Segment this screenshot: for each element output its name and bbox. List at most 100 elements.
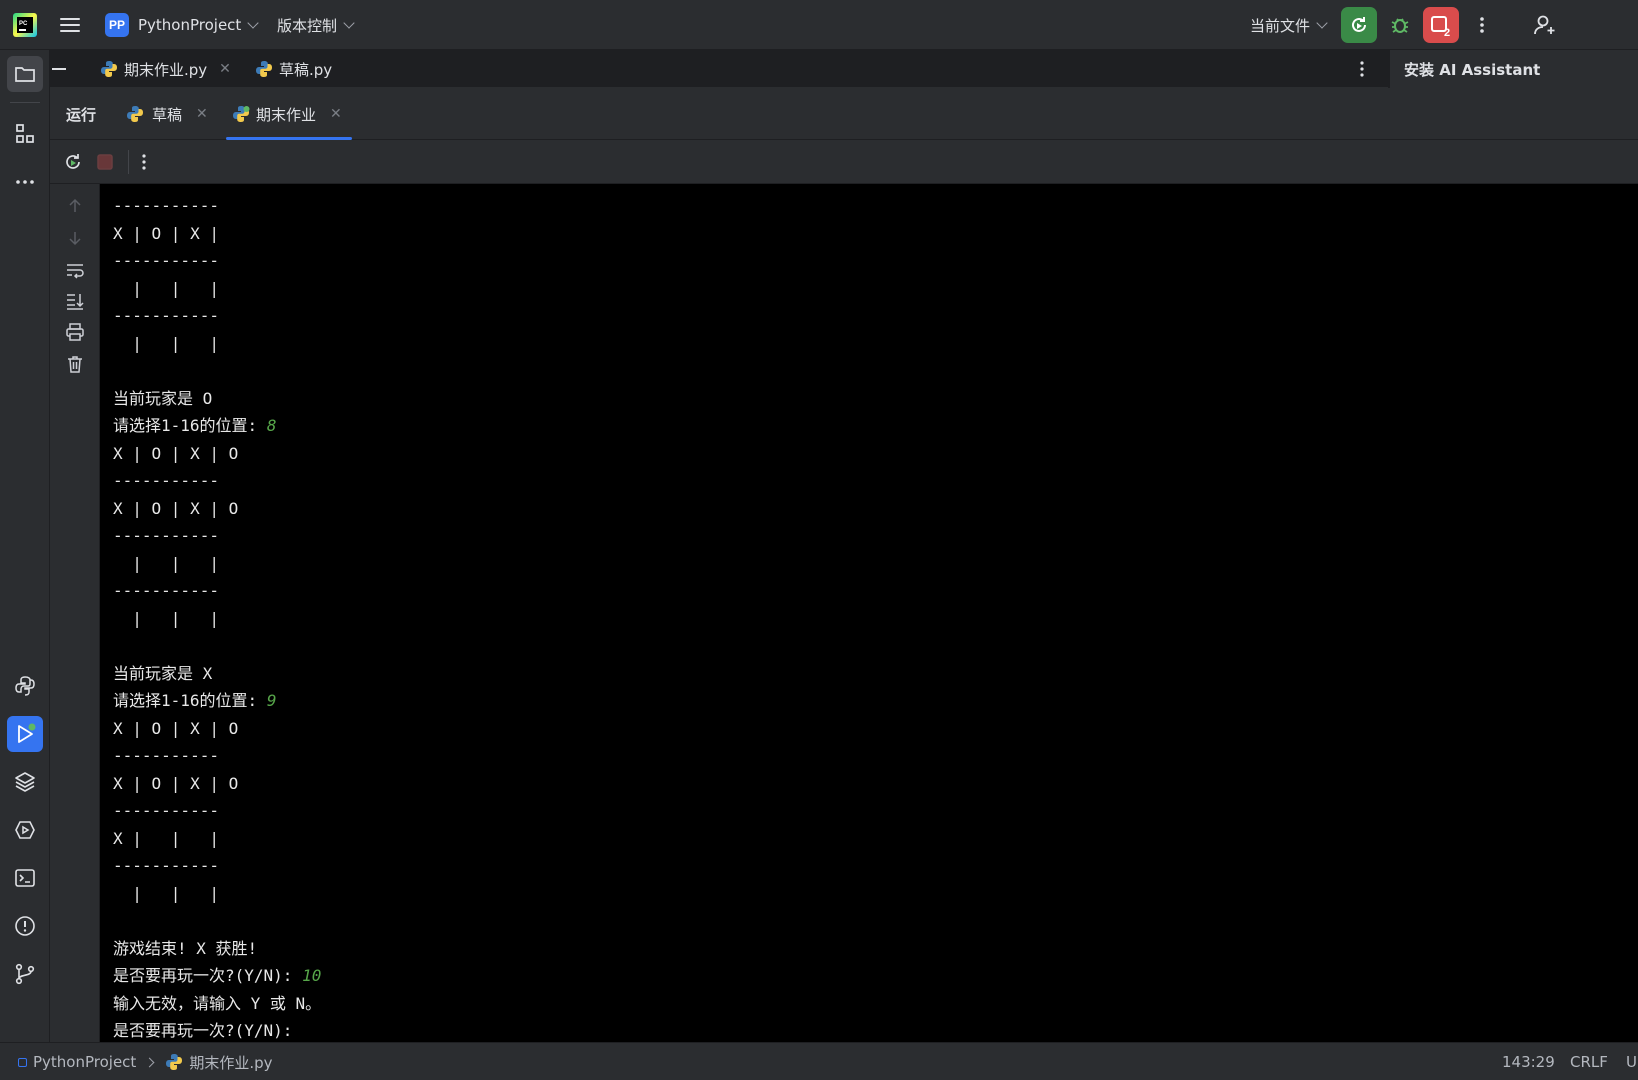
console-text: ----------- <box>113 196 219 215</box>
trash-icon[interactable] <box>63 352 87 376</box>
git-button[interactable] <box>7 956 43 992</box>
project-tool-button[interactable] <box>7 56 43 92</box>
python-file-icon <box>166 1054 183 1070</box>
run-tab-label: 期末作业 <box>256 105 317 124</box>
console-line: ----------- <box>113 467 1638 495</box>
rerun-icon <box>66 154 80 169</box>
editor-tab-label: 草稿.py <box>279 60 333 79</box>
python-console-icon <box>15 676 35 696</box>
more-vertical-icon[interactable] <box>1356 50 1368 88</box>
console-text: 当前玩家是 X <box>113 663 213 683</box>
vcs-menu[interactable]: 版本控制 <box>277 0 355 50</box>
pycharm-logo-icon[interactable]: PC <box>12 0 38 50</box>
console-text: ----------- <box>113 306 219 325</box>
vcs-label: 版本控制 <box>277 16 338 35</box>
console-line: | | | <box>113 605 1638 633</box>
arrow-down-icon[interactable] <box>63 226 87 250</box>
console-line: | | | <box>113 550 1638 578</box>
rerun-button[interactable] <box>1341 7 1377 43</box>
problems-button[interactable] <box>7 908 43 944</box>
console-text: | | | <box>113 553 219 573</box>
more-vertical-icon[interactable] <box>138 152 150 176</box>
python-console-button[interactable] <box>7 668 43 704</box>
minimize-icon <box>52 68 66 70</box>
console-line: 是否要再玩一次?(Y/N): <box>113 1017 1638 1042</box>
console-text: ----------- <box>113 526 219 545</box>
console-text: 请选择1-16的位置: <box>113 416 267 435</box>
python-packages-button[interactable] <box>7 764 43 800</box>
project-badge: PP <box>105 13 129 37</box>
console-text: X | O | X | O <box>113 498 239 518</box>
close-icon[interactable]: ✕ <box>196 106 208 122</box>
terminal-button[interactable] <box>7 860 43 896</box>
console-line: ----------- <box>113 302 1638 330</box>
editor-tab-final[interactable]: 期末作业.py ✕ <box>100 50 231 88</box>
hide-button[interactable] <box>52 50 66 88</box>
scroll-to-end-icon[interactable] <box>63 289 87 313</box>
python-run-icon <box>127 106 143 122</box>
caret-position[interactable]: 143:29 <box>1502 1043 1555 1080</box>
stop-icon: 2 <box>1431 16 1450 38</box>
console-text: X | | | <box>113 828 219 848</box>
run-tab-draft[interactable]: 草稿 ✕ <box>126 88 208 140</box>
console-line: ----------- <box>113 742 1638 770</box>
arrow-up-icon[interactable] <box>63 194 87 218</box>
print-icon[interactable] <box>63 320 87 344</box>
breadcrumb[interactable]: PythonProject 期末作业.py <box>18 1043 273 1080</box>
rerun-console-button[interactable] <box>62 151 84 177</box>
divider <box>10 102 40 103</box>
file-encoding[interactable]: U <box>1626 1043 1637 1080</box>
structure-tool-button[interactable] <box>7 116 43 152</box>
run-icon <box>18 723 36 743</box>
debug-button[interactable] <box>1382 7 1418 43</box>
console-user-input: 9 <box>266 691 277 710</box>
python-file-icon <box>256 61 272 77</box>
stop-button[interactable]: 2 <box>1423 7 1459 43</box>
line-ending[interactable]: CRLF <box>1570 1043 1608 1080</box>
chevron-down-icon <box>343 17 355 29</box>
close-icon[interactable]: ✕ <box>219 61 231 77</box>
console-text: | | | <box>113 883 219 903</box>
breadcrumb-project[interactable]: PythonProject <box>33 1053 136 1071</box>
console-text: ----------- <box>113 581 219 600</box>
services-button[interactable] <box>7 812 43 848</box>
console-line: ----------- <box>113 192 1638 220</box>
breadcrumb-file[interactable]: 期末作业.py <box>189 1052 272 1073</box>
hamburger-menu-icon[interactable] <box>58 0 82 50</box>
run-tab-final[interactable]: 期末作业 ✕ <box>226 88 352 140</box>
run-notification-count: 2 <box>1444 27 1450 38</box>
add-user-icon[interactable] <box>1532 0 1558 50</box>
more-horizontal-icon <box>16 180 34 184</box>
stop-console-button[interactable] <box>96 153 114 175</box>
console-line: | | | <box>113 275 1638 303</box>
more-vertical-icon[interactable] <box>1472 0 1492 50</box>
console-line: 当前玩家是 X <box>113 660 1638 688</box>
problems-icon <box>15 916 35 936</box>
run-tool-button[interactable] <box>7 716 43 752</box>
console-text: ----------- <box>113 251 219 270</box>
console-output[interactable]: ----------- X | O | X | ----------- | | | -… <box>100 184 1638 1042</box>
editor-tab-draft[interactable]: 草稿.py <box>255 50 332 88</box>
console-text: X | O | X | O <box>113 773 239 793</box>
console-line: X | O | X | O <box>113 770 1638 798</box>
more-tools-button[interactable] <box>7 164 43 200</box>
editor-tab-bar: 期末作业.py ✕ 草稿.py <box>50 50 1388 88</box>
python-file-icon <box>101 61 117 77</box>
svg-text:PC: PC <box>19 21 28 27</box>
console-line: | | | <box>113 880 1638 908</box>
project-switcher[interactable]: PP PythonProject <box>105 0 259 50</box>
console-text: 游戏结束! X 获胜! <box>113 938 258 958</box>
ai-assistant-panel-title[interactable]: 安装 AI Assistant <box>1389 50 1638 88</box>
console-line: ----------- <box>113 797 1638 825</box>
soft-wrap-icon[interactable] <box>63 258 87 282</box>
console-text: 请选择1-16的位置: <box>113 691 267 710</box>
terminal-icon <box>15 869 35 887</box>
close-icon[interactable]: ✕ <box>330 106 342 122</box>
git-icon <box>15 963 35 985</box>
console-text: ----------- <box>113 856 219 875</box>
run-config-selector[interactable]: 当前文件 <box>1250 0 1328 50</box>
chevron-right-icon <box>144 1057 155 1067</box>
console-text: | | | <box>113 278 219 298</box>
